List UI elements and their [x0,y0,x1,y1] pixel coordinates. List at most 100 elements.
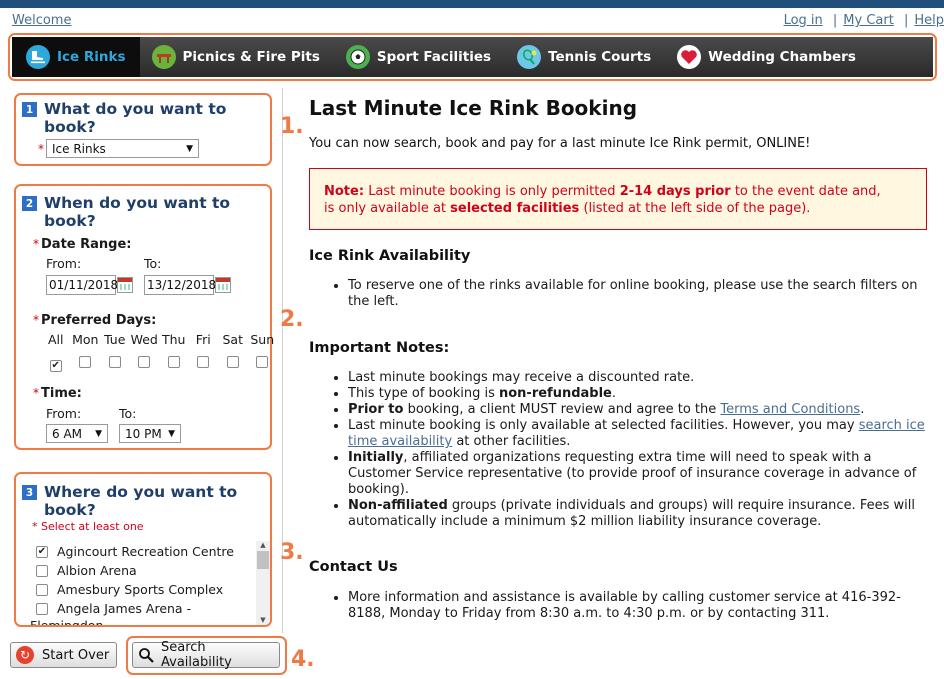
hint-text: Select at least one [41,520,144,533]
calendar-icon[interactable] [215,277,231,293]
scroll-down-icon[interactable]: ▼ [256,616,270,624]
nav-label: Ice Rinks [57,49,126,65]
note-bold: 2-14 days prior [619,184,731,199]
when-section: 2 When do you want to book? * Date Range: … [14,184,274,450]
facility-label: Albion Arena [57,563,137,578]
facility-label: Agincourt Recreation Centre [57,544,234,559]
list-item[interactable]: Angela James Arena - [36,599,256,618]
item-text: . [860,402,865,417]
days-label-row: * Preferred Days: [33,309,156,328]
day-label: Mon [72,332,99,347]
list-item[interactable]: Albion Arena [36,561,256,580]
time-to-label: To: [119,406,137,421]
list-item: Prior to booking, a client MUST review a… [348,402,928,418]
terms-link[interactable]: Terms and Conditions [720,402,860,417]
required-marker: * [33,237,39,251]
day-label: Sat [222,332,244,347]
list-item-continued: Flemingdon [30,618,256,625]
time-to-select[interactable]: 10 PM ▼ [119,424,181,443]
select-value: 10 PM [125,426,162,441]
search-availability-button[interactable]: Search Availability [132,640,280,670]
to-date-input[interactable]: 13/12/2018 [144,275,216,295]
day-checkbox-sat[interactable] [226,356,239,368]
scroll-up-icon[interactable]: ▲ [256,541,270,549]
day-checkbox-sun[interactable] [256,356,269,368]
help-link[interactable]: Help [914,13,944,28]
date-range-label-row: * Date Range: [33,233,131,252]
heading-text: When do you want to [44,194,231,212]
important-notes-heading: Important Notes: [309,340,450,356]
time-from-select[interactable]: 6 AM ▼ [46,424,108,443]
scroll-thumb[interactable] [257,551,269,569]
list-item[interactable]: Amesbury Sports Complex [36,580,256,599]
list-item: To reserve one of the rinks available fo… [348,278,928,310]
note-text: to the event date and, [734,184,881,199]
note-text: Last minute booking is only permitted [368,184,616,199]
list-item: Last minute bookings may receive a disco… [348,370,928,386]
contact-heading: Contact Us [309,559,398,575]
start-over-button[interactable]: ↻ Start Over [10,642,118,668]
login-link[interactable]: Log in [784,13,823,28]
facility-list-scrollbar[interactable]: ▲ ▼ [256,541,270,625]
where-section: 3 Where do you want to book? * Select at … [14,472,272,627]
day-checkbox-fri[interactable] [197,356,210,368]
day-labels: All Mon Tue Wed Thu Fri Sat Sun [41,332,277,347]
my-cart-link[interactable]: My Cart [843,13,894,28]
list-item: More information and assistance is avail… [348,590,928,622]
nav-ice-rinks[interactable]: Ice Rinks [12,37,140,77]
facility-checkbox[interactable]: ✔ [36,545,48,558]
day-checkbox-all[interactable]: ✔ [49,360,62,372]
to-date-row: 13/12/2018 [144,275,231,295]
to-label: To: [144,256,162,271]
step-3-marker: 3. [280,540,304,565]
required-marker: * [33,386,39,400]
item-bold: Non-affiliated [348,498,448,513]
heading-text: book? [44,212,96,230]
nav-picnics[interactable]: Picnics & Fire Pits [140,37,334,77]
step-2-marker: 2. [280,307,304,332]
note-bold: selected facilities [450,201,580,216]
item-text: at other facilities. [456,434,571,449]
from-label: From: [46,256,82,271]
facility-checkbox[interactable] [36,602,48,615]
item-bold: Prior to [348,402,404,417]
nav-label: Picnics & Fire Pits [182,49,320,65]
nav-wedding-chambers[interactable]: Wedding Chambers [665,37,870,77]
list-item: Initially, affiliated organizations requ… [348,450,928,498]
day-checkboxes: ✔ [41,353,277,372]
when-heading: 2 When do you want to book? [20,194,230,230]
welcome-link[interactable]: Welcome [12,13,71,28]
calendar-icon[interactable] [117,277,133,293]
facility-type-select[interactable]: Ice Rinks ▼ [46,139,199,158]
dropdown-arrow-icon: ▼ [95,428,102,439]
time-label-row: * Time: [33,382,82,401]
required-marker: * [32,520,41,533]
important-notes-list: Last minute bookings may receive a disco… [330,370,928,530]
facility-checkbox[interactable] [36,564,48,577]
select-value: 6 AM [52,426,83,441]
dropdown-arrow-icon: ▼ [186,143,193,154]
refresh-icon: ↻ [16,646,34,664]
nav-tennis-courts[interactable]: Tennis Courts [505,37,665,77]
note-prefix: Note: [324,184,365,199]
step-badge: 3 [22,485,37,500]
day-checkbox-tue[interactable] [108,356,121,368]
day-checkbox-wed[interactable] [138,356,151,368]
facility-checkbox[interactable] [36,583,48,596]
time-label: Time: [41,386,82,401]
heading-text: What do you want to [44,100,227,118]
button-label: Search Availability [161,640,232,670]
day-checkbox-mon[interactable] [79,356,92,368]
list-item: Non-affiliated groups (private individua… [348,498,928,530]
from-date-input[interactable]: 01/11/2018 [46,275,118,295]
date-range-label: Date Range: [41,237,132,252]
day-checkbox-thu[interactable] [167,356,180,368]
facility-nav: Ice Rinks Picnics & Fire Pits Sport Faci… [12,37,933,77]
list-item[interactable]: ✔ Agincourt Recreation Centre [36,542,256,561]
day-label: Tue [104,332,126,347]
note-text: (listed at the left side of the page). [583,201,811,216]
intro-text: You can now search, book and pay for a l… [309,136,811,151]
nav-label: Sport Facilities [376,49,492,65]
soccer-ball-icon [345,45,370,69]
nav-sport-facilities[interactable]: Sport Facilities [334,37,505,77]
